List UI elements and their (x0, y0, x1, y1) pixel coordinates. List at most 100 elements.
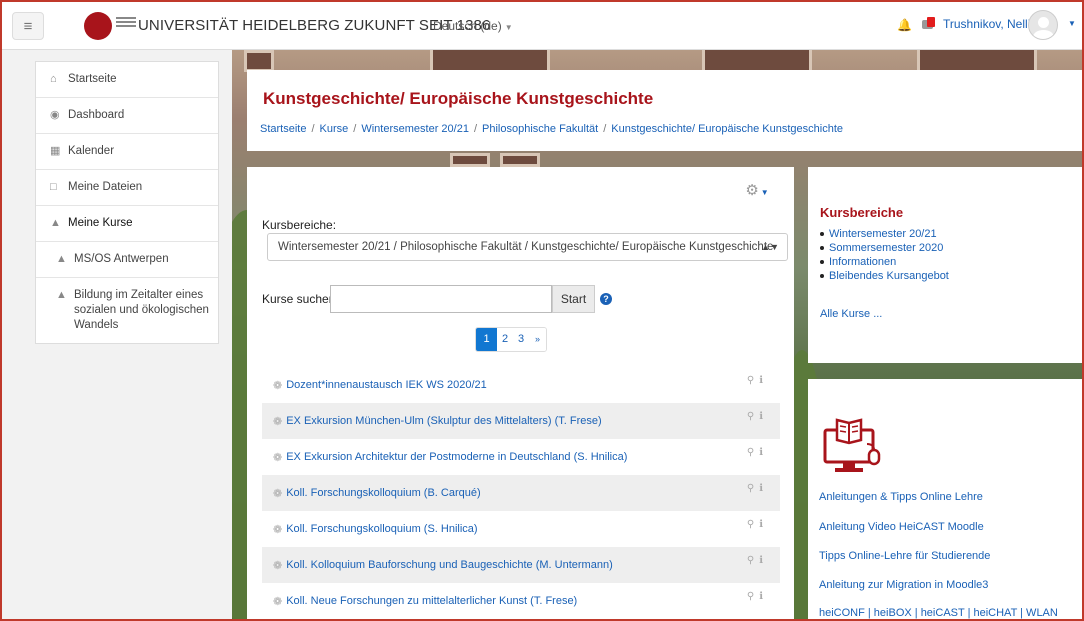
search-start-button[interactable]: Start (552, 285, 595, 313)
help-icon[interactable]: ? (600, 293, 612, 305)
bell-icon[interactable]: 🔔 (897, 18, 912, 32)
language-selector[interactable]: Deutsch (de) ▼ (433, 19, 513, 33)
page-next[interactable]: » (529, 328, 546, 351)
nav-item-meine-kurse[interactable]: ▲ Meine Kurse (36, 206, 218, 242)
help-link[interactable]: Tipps Online-Lehre für Studierende (819, 550, 990, 562)
graduation-cap-icon: ▲ (56, 289, 67, 301)
course-link[interactable]: EX Exkursion Architektur der Postmoderne… (286, 451, 627, 463)
service-links[interactable]: heiCONF | heiBOX | heiCAST | heiCHAT | W… (819, 607, 1058, 619)
list-item: ❁ EX Exkursion Architektur der Postmodern… (262, 439, 780, 475)
chevron-down-icon[interactable]: ▼ (1068, 19, 1076, 28)
breadcrumb-separator: / (353, 123, 357, 135)
nav-item-kalender[interactable]: ▦ Kalender (36, 134, 218, 170)
kursbereiche-select[interactable]: Wintersemester 20/21 / Philosophische Fa… (267, 233, 788, 261)
course-link[interactable]: EX Exkursion München-Ulm (Skulptur des M… (286, 415, 601, 427)
kursbereiche-selected-value: Wintersemester 20/21 / Philosophische Fa… (278, 241, 774, 253)
breadcrumb-separator: / (311, 123, 315, 135)
key-icon[interactable]: ⚲ (747, 483, 759, 494)
page-header: Kunstgeschichte/ Europäische Kunstgeschi… (247, 70, 1082, 151)
nav-item-startseite[interactable]: ⌂ Startseite (36, 62, 218, 98)
nav-item-meine-dateien[interactable]: □ Meine Dateien (36, 170, 218, 206)
graduation-cap-icon: ▲ (50, 217, 61, 229)
list-item: ❁ EX Exkursion München-Ulm (Skulptur des … (262, 403, 780, 439)
nav-item-course-bildung[interactable]: ▲ Bildung im Zeitalter eines sozialen und… (36, 278, 218, 343)
breadcrumb-link[interactable]: Kunstgeschichte/ Europäische Kunstgeschi… (611, 123, 843, 135)
nav-drawer: ⌂ Startseite ◉ Dashboard ▦ Kalender □ Meine … (35, 61, 219, 344)
page-link-1[interactable]: 1 (476, 328, 497, 351)
list-item: ❁ Koll. Forschungskolloquium (B. Carqué) ⚲… (262, 475, 780, 511)
info-icon[interactable]: ℹ (759, 447, 768, 458)
course-icon: ❁ (273, 415, 283, 428)
help-link[interactable]: Anleitung zur Migration in Moodle3 (819, 579, 988, 591)
help-link[interactable]: Anleitungen & Tipps Online Lehre (819, 491, 983, 503)
course-search-label: Kurse suchen (262, 292, 336, 306)
kursbereiche-list: Wintersemester 20/21 Sommersemester 2020… (820, 227, 949, 283)
info-icon[interactable]: ℹ (759, 555, 768, 566)
course-icon: ❁ (273, 559, 283, 572)
key-icon[interactable]: ⚲ (747, 519, 759, 530)
info-icon[interactable]: ℹ (759, 375, 768, 386)
info-icon[interactable]: ℹ (759, 411, 768, 422)
block-title: Kursbereiche (820, 205, 904, 220)
page-link-2[interactable]: 2 (497, 328, 513, 351)
nav-item-label: Dashboard (68, 109, 125, 121)
nav-item-dashboard[interactable]: ◉ Dashboard (36, 98, 218, 134)
nav-item-label: Meine Dateien (68, 181, 143, 193)
nav-item-course-msos[interactable]: ▲ MS/OS Antwerpen (36, 242, 218, 278)
all-courses-link[interactable]: Alle Kurse ... (820, 308, 882, 320)
online-learning-icon (823, 418, 881, 472)
key-icon[interactable]: ⚲ (747, 375, 759, 386)
help-links-block: Anleitungen & Tipps Online Lehre Anleitu… (808, 379, 1082, 619)
category-link[interactable]: Informationen (829, 256, 896, 268)
breadcrumb-link[interactable]: Philosophische Fakultät (482, 123, 598, 135)
info-icon[interactable]: ℹ (759, 483, 768, 494)
course-link[interactable]: Koll. Forschungskolloquium (B. Carqué) (286, 487, 480, 499)
breadcrumb-link[interactable]: Kurse (320, 123, 349, 135)
graduation-cap-icon: ▲ (56, 253, 67, 265)
nav-item-label: Kalender (68, 145, 115, 157)
breadcrumb: Startseite / Kurse / Wintersemester 20/21 / Ph… (260, 123, 843, 135)
pagination: 1 2 3 » (475, 327, 547, 352)
list-item: Informationen (820, 255, 949, 269)
key-icon[interactable]: ⚲ (747, 591, 759, 602)
message-icon[interactable] (922, 17, 935, 31)
key-icon[interactable]: ⚲ (747, 555, 759, 566)
chevron-down-icon: ▼ (760, 188, 769, 197)
user-name[interactable]: Trushnikov, Nelli (943, 17, 1030, 31)
page-link-3[interactable]: 3 (513, 328, 529, 351)
list-item: Sommersemester 2020 (820, 241, 949, 255)
info-icon[interactable]: ℹ (759, 591, 768, 602)
course-link[interactable]: Koll. Kolloquium Bauforschung und Bauges… (286, 559, 613, 571)
key-icon[interactable]: ⚲ (747, 447, 759, 458)
avatar[interactable] (1028, 10, 1058, 40)
breadcrumb-link[interactable]: Wintersemester 20/21 (361, 123, 469, 135)
breadcrumb-link[interactable]: Startseite (260, 123, 306, 135)
browser-frame: ≡ UNIVERSITÄT HEIDELBERG ZUKUNFT SEIT 13… (0, 0, 1084, 621)
course-link[interactable]: Koll. Forschungskolloquium (S. Hnilica) (286, 523, 477, 535)
nav-item-label: Startseite (68, 73, 117, 85)
list-item: Bleibendes Kursangebot (820, 269, 949, 283)
course-category-panel: ⚙ ▼ Kursbereiche: Wintersemester 20/21 / … (247, 167, 794, 619)
nav-item-label: MS/OS Antwerpen (74, 253, 169, 265)
course-icon: ❁ (273, 595, 283, 608)
course-list: ❁ Dozent*innenaustausch IEK WS 2020/21 ⚲ℹ … (262, 367, 780, 619)
course-search-input[interactable] (330, 285, 552, 313)
chevron-down-icon: ▼ (504, 23, 513, 32)
help-link[interactable]: Anleitung Video HeiCAST Moodle (819, 521, 984, 533)
key-icon[interactable]: ⚲ (747, 411, 759, 422)
settings-menu-button[interactable]: ⚙ ▼ (733, 178, 781, 204)
nav-item-label: Bildung im Zeitalter eines sozialen und … (74, 289, 209, 331)
select-arrows-icon: ▲▼ (761, 242, 779, 252)
list-item: ❁ Dozent*innenaustausch IEK WS 2020/21 ⚲ℹ (262, 367, 780, 403)
course-link[interactable]: Dozent*innenaustausch IEK WS 2020/21 (286, 379, 487, 391)
category-link[interactable]: Bleibendes Kursangebot (829, 270, 949, 282)
course-icon: ❁ (273, 523, 283, 536)
category-link[interactable]: Sommersemester 2020 (829, 242, 943, 254)
file-icon: □ (50, 181, 57, 193)
course-link[interactable]: Koll. Neue Forschungen zu mittelalterlic… (286, 595, 577, 607)
info-icon[interactable]: ℹ (759, 519, 768, 530)
hamburger-icon[interactable]: ≡ (12, 12, 44, 40)
category-link[interactable]: Wintersemester 20/21 (829, 228, 937, 240)
university-seal-logo[interactable] (84, 12, 112, 40)
page-title: Kunstgeschichte/ Europäische Kunstgeschi… (263, 89, 654, 108)
